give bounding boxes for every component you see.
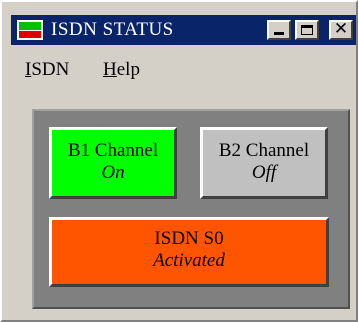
close-button[interactable]: ✕ <box>329 20 353 40</box>
isdn-s0-indicator: ISDN S0 Activated <box>49 217 329 287</box>
status-panel: B1 Channel On B2 Channel Off ISDN S0 Act… <box>32 109 350 309</box>
b1-channel-indicator: B1 Channel On <box>49 127 177 199</box>
menu-help-accel: H <box>103 59 117 80</box>
b2-channel-indicator: B2 Channel Off <box>200 127 328 199</box>
window-title: ISDN STATUS <box>51 19 174 40</box>
isdn-status-window: ISDN STATUS ✕ ISDN Help B1 Channel On B2… <box>0 0 358 322</box>
maximize-button[interactable] <box>295 20 319 40</box>
title-bar[interactable]: ISDN STATUS ✕ <box>11 15 356 45</box>
isdn-s0-state: Activated <box>153 250 225 271</box>
b1-channel-name: B1 Channel <box>67 140 159 161</box>
minimize-icon <box>274 32 284 35</box>
b1-channel-state: On <box>101 162 125 183</box>
close-icon: ✕ <box>333 19 349 39</box>
menu-bar: ISDN Help <box>11 54 356 84</box>
minimize-button[interactable] <box>267 20 291 40</box>
menu-isdn[interactable]: ISDN <box>25 59 69 81</box>
b2-channel-name: B2 Channel <box>218 140 310 161</box>
app-icon <box>17 20 43 40</box>
menu-help-label: elp <box>116 59 140 80</box>
b2-channel-state: Off <box>251 162 277 183</box>
menu-help[interactable]: Help <box>103 59 140 81</box>
maximize-icon <box>301 25 313 35</box>
isdn-s0-name: ISDN S0 <box>154 228 224 249</box>
menu-isdn-label: SDN <box>31 59 70 80</box>
